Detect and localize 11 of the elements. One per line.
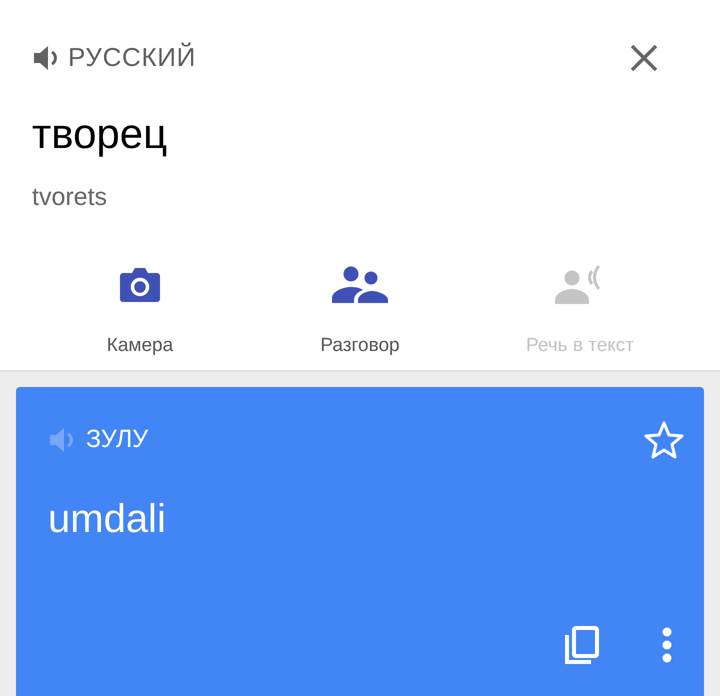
action-button[interactable]: Разговор bbox=[250, 260, 470, 360]
target-language: ЗУЛУ bbox=[86, 424, 148, 456]
source-language: РУССКИЙ bbox=[68, 41, 196, 74]
more-icon[interactable] bbox=[662, 627, 672, 663]
transliteration: tvorets bbox=[31, 185, 108, 210]
source-text: творец bbox=[31, 113, 168, 155]
translated-text: umdali bbox=[48, 499, 166, 539]
action-button[interactable]: Камера bbox=[30, 260, 250, 360]
close-icon[interactable] bbox=[630, 44, 658, 72]
copy-icon[interactable] bbox=[564, 625, 600, 665]
star-icon[interactable] bbox=[644, 421, 684, 459]
